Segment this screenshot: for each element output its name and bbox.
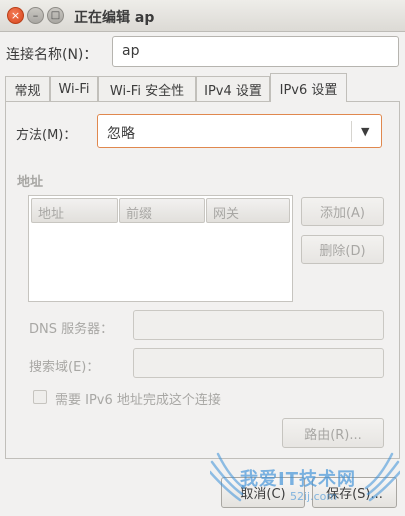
dropdown-arrow-icon: ▼ xyxy=(361,125,370,138)
method-select[interactable]: 忽略 ▼ xyxy=(97,114,382,148)
search-domains-input[interactable] xyxy=(133,348,384,378)
window-title: 正在编辑 ap xyxy=(74,10,155,26)
maximize-icon: □ xyxy=(50,9,61,21)
combo-separator xyxy=(351,121,352,142)
address-table[interactable]: 地址 前缀 网关 xyxy=(28,195,293,302)
close-icon: × xyxy=(10,9,21,22)
tab-ipv4-settings[interactable]: IPv4 设置 xyxy=(196,76,270,101)
save-button[interactable]: 保存(S)... xyxy=(312,477,397,508)
delete-address-button[interactable]: 删除(D) xyxy=(301,235,384,264)
cancel-button[interactable]: 取消(C) xyxy=(221,477,305,508)
address-column-header[interactable]: 地址 xyxy=(31,198,118,223)
search-domains-label: 搜索域(E)： xyxy=(29,360,100,375)
dns-servers-label: DNS 服务器： xyxy=(29,322,114,337)
method-label: 方法(M)： xyxy=(16,128,77,143)
tab-wifi[interactable]: Wi-Fi xyxy=(50,76,98,101)
gateway-column-header[interactable]: 网关 xyxy=(206,198,290,223)
connection-name-input[interactable]: ap xyxy=(112,36,399,67)
close-window-button[interactable]: × xyxy=(7,7,24,24)
tab-general[interactable]: 常规 xyxy=(5,76,50,101)
tab-wifi-security[interactable]: Wi-Fi 安全性 xyxy=(98,76,196,101)
maximize-window-button[interactable]: □ xyxy=(47,7,64,24)
address-section-heading: 地址 xyxy=(17,175,44,190)
routes-button[interactable]: 路由(R)... xyxy=(282,418,384,448)
add-address-button[interactable]: 添加(A) xyxy=(301,197,384,226)
require-ipv6-checkbox[interactable] xyxy=(33,390,47,404)
prefix-column-header[interactable]: 前缀 xyxy=(119,198,205,223)
connection-name-label: 连接名称(N)： xyxy=(6,47,98,63)
connection-name-value: ap xyxy=(122,43,140,59)
require-ipv6-label: 需要 IPv6 地址完成这个连接 xyxy=(55,393,221,408)
tab-ipv6-settings[interactable]: IPv6 设置 xyxy=(270,73,347,102)
dns-servers-input[interactable] xyxy=(133,310,384,340)
minimize-window-button[interactable]: – xyxy=(27,7,44,24)
minimize-icon: – xyxy=(32,9,39,22)
method-value: 忽略 xyxy=(107,126,135,142)
